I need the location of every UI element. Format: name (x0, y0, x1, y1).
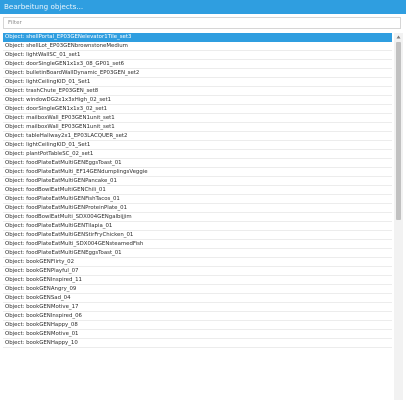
list-item[interactable]: Object: bookGENMotive_17 (3, 303, 392, 312)
chevron-up-icon (396, 35, 401, 39)
list-item[interactable]: Object: plantPotTableSC_02_set1 (3, 150, 392, 159)
list-item[interactable]: Object: foodPlateEatMultiGENTilapia_01 (3, 222, 392, 231)
filter-box (3, 17, 401, 29)
filter-input[interactable] (4, 18, 400, 28)
list-item[interactable]: Object: foodPlateEatMultiGENStirFryChick… (3, 231, 392, 240)
list-item[interactable]: Object: foodPlateEatMultiGENEggsToast_01 (3, 159, 392, 168)
object-picker-window: Bearbeitung objects... Object: shellPort… (0, 0, 406, 400)
list-item[interactable]: Object: lightWallSC_01_set1 (3, 51, 392, 60)
list-item[interactable]: Object: foodPlateEatMulti_SDX004GENsteam… (3, 240, 392, 249)
list-item[interactable]: Object: mailboxWall_EP03GEN1unit_set1 (3, 123, 392, 132)
list-item[interactable]: Object: foodPlateEatMultiGENProteinPlate… (3, 204, 392, 213)
list-item[interactable]: Object: foodBowlEatMulti_SDX004GENgalbij… (3, 213, 392, 222)
vertical-scrollbar[interactable] (394, 33, 403, 400)
list-item[interactable]: Object: foodPlateEatMultiGENPancake_01 (3, 177, 392, 186)
list-item[interactable]: Object: doorSingleGEN1x1x3_02_set1 (3, 105, 392, 114)
list-item[interactable]: Object: foodPlateEatMultiGENFishTacos_01 (3, 195, 392, 204)
list-item[interactable]: Object: tableHallway2x1_EP03LACQUER_set2 (3, 132, 392, 141)
scroll-up-button[interactable] (394, 33, 403, 41)
list-item[interactable]: Object: foodPlateEatMultiGENEggsToast_01 (3, 249, 392, 258)
list-item[interactable]: Object: windowDG2x1x3xHigh_02_set1 (3, 96, 392, 105)
window-title: Bearbeitung objects... (4, 2, 84, 11)
list-item[interactable]: Object: bookGENAngry_09 (3, 285, 392, 294)
list-item[interactable]: Object: bookGENInspired_06 (3, 312, 392, 321)
list-item[interactable]: Object: mailboxWall_EP03GEN1unit_set1 (3, 114, 392, 123)
list-item-selected[interactable]: Object: shellPortal_EP03GENelevator1Tile… (3, 33, 392, 42)
list-item[interactable]: Object: bulletinBoardWallDynamic_EP03GEN… (3, 69, 392, 78)
list-item[interactable]: Object: foodPlateEatMulti_EF14GENdumplin… (3, 168, 392, 177)
list-item[interactable]: Object: bookGENPlayful_07 (3, 267, 392, 276)
list-item[interactable]: Object: lightCeilingKID_01_Set1 (3, 141, 392, 150)
list-item[interactable]: Object: bookGENInspired_11 (3, 276, 392, 285)
object-list: Object: shellPortal_EP03GENelevator1Tile… (3, 33, 392, 400)
list-item[interactable]: Object: doorSingleGEN1x1x3_08_GP01_set6 (3, 60, 392, 69)
list-item[interactable]: Object: bookGENMotive_01 (3, 330, 392, 339)
scrollbar-thumb[interactable] (396, 42, 401, 220)
list-item[interactable]: Object: trashChute_EP03GEN_set8 (3, 87, 392, 96)
list-item[interactable]: Object: shellLot_EP03GENbrownstoneMedium (3, 42, 392, 51)
list-item[interactable]: Object: bookGENHappy_10 (3, 339, 392, 348)
list-item[interactable]: Object: foodBowlEatMultiGENChili_01 (3, 186, 392, 195)
title-bar: Bearbeitung objects... (0, 0, 406, 14)
list-item[interactable]: Object: bookGENSad_04 (3, 294, 392, 303)
list-item[interactable]: Object: bookGENHappy_08 (3, 321, 392, 330)
list-item[interactable]: Object: bookGENFlirty_02 (3, 258, 392, 267)
list-item[interactable]: Object: lightCeilingKID_01_Set1 (3, 78, 392, 87)
